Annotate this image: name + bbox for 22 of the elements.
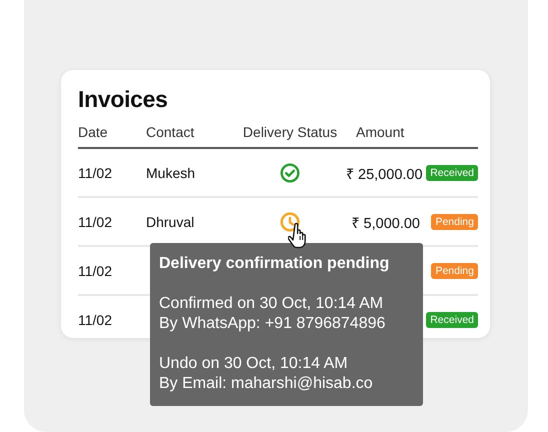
- tooltip-line: Confirmed on 30 Oct, 10:14 AM: [159, 294, 384, 314]
- contact-cell-text: Mukesh: [146, 164, 196, 180]
- tooltip-line: Undo on 30 Oct, 10:14 AM: [159, 354, 349, 374]
- status-badge: Received: [426, 164, 478, 180]
- column-header: Date: [78, 124, 109, 140]
- status-badge: Pending: [431, 214, 478, 230]
- date-cell-text: 11/02: [78, 164, 113, 180]
- card-title: Invoices: [78, 85, 169, 114]
- column-header: Delivery Status: [242, 124, 338, 140]
- tooltip-title: Delivery confirmation pending: [159, 254, 390, 274]
- amount-cell-text: ₹ 25,000.00: [346, 166, 420, 182]
- status-badge: Pending: [431, 262, 478, 278]
- column-header: Amount: [355, 124, 406, 140]
- amount-cell-text: ₹ 5,000.00: [350, 214, 420, 232]
- column-header: Contact: [146, 124, 196, 140]
- date-cell-text: 11/02: [78, 214, 113, 230]
- date-cell-text: 11/02: [78, 262, 113, 278]
- status-badge: Received: [426, 312, 478, 328]
- tooltip-line: By Email: maharshi@hisab.co: [159, 374, 374, 394]
- date-cell-text: 11/02: [78, 312, 113, 328]
- tooltip-line: By WhatsApp: +91 8796874896: [159, 314, 386, 334]
- contact-cell-text: Dhruval: [146, 214, 196, 230]
